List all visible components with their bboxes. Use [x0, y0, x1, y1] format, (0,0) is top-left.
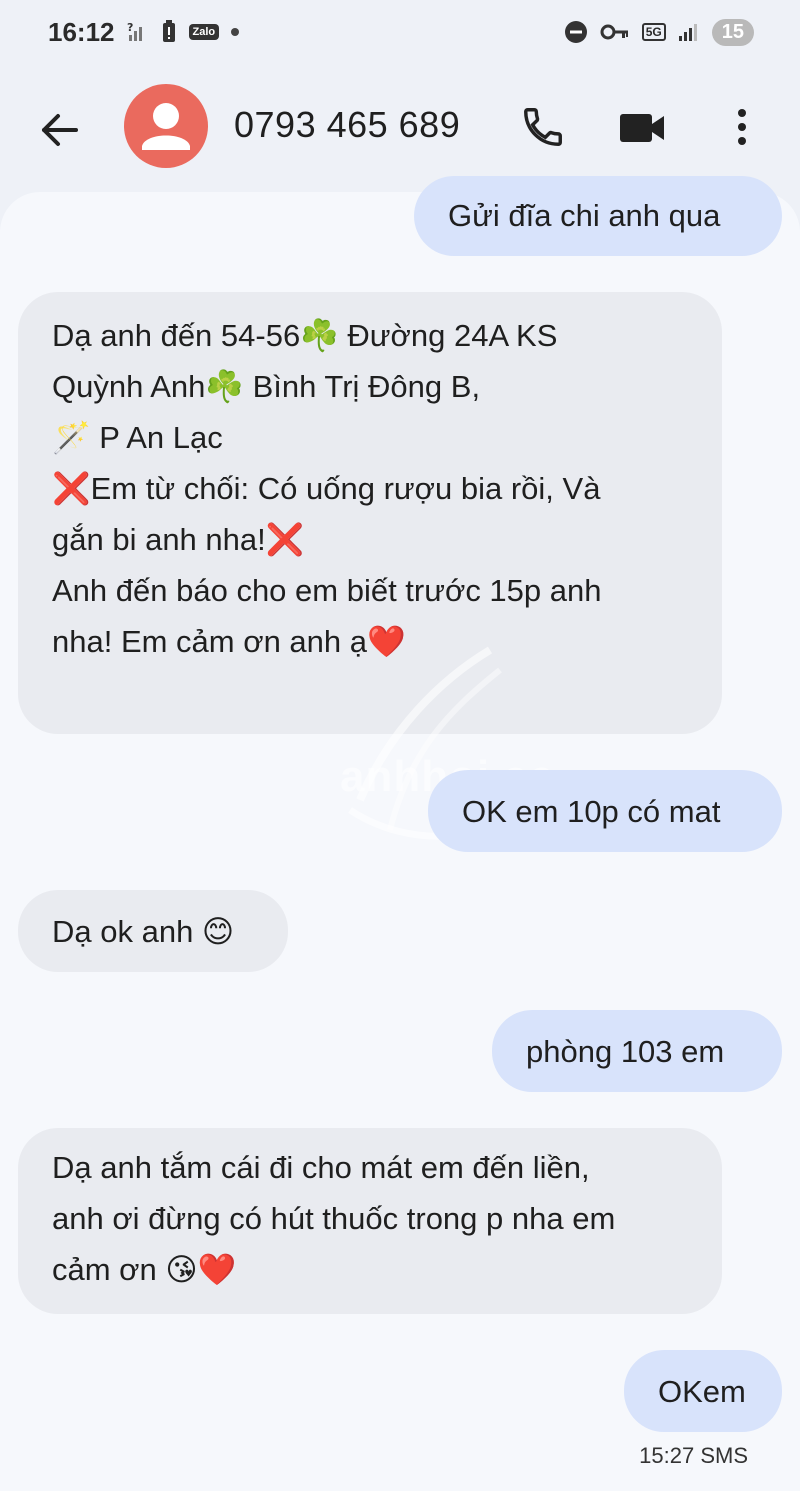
notification-dot-icon	[231, 28, 240, 36]
battery-saver-icon	[161, 20, 177, 44]
svg-text:?: ?	[127, 21, 133, 34]
message-text: nha! Em cảm ơn anh ạ❤️	[52, 624, 406, 659]
message-bubble-incoming[interactable]: Dạ anh đến 54-56☘️ Đường 24A KS Quỳnh An…	[18, 292, 722, 734]
message-bubble-incoming[interactable]: Dạ anh tắm cái đi cho mát em đến liền, a…	[18, 1128, 722, 1314]
message-bubble-outgoing[interactable]: Gửi đĩa chi anh qua	[414, 176, 782, 256]
signal-strength-icon	[678, 21, 700, 43]
message-bubble-outgoing[interactable]: OKem	[624, 1350, 782, 1432]
message-bubble-incoming[interactable]: Dạ ok anh 😊	[18, 890, 288, 972]
message-text: Gửi đĩa chi anh qua	[448, 198, 721, 233]
zalo-notification-icon: Zalo	[188, 24, 220, 40]
videocam-icon	[620, 114, 664, 142]
message-text: Dạ anh tắm cái đi cho mát em đến liền,	[52, 1150, 590, 1185]
message-text: Dạ ok anh 😊	[52, 914, 235, 949]
status-bar: 16:12 ? Zalo 5G 15	[0, 0, 800, 64]
message-text: phòng 103 em	[526, 1034, 725, 1069]
contact-avatar[interactable]	[124, 84, 208, 168]
phone-icon	[524, 108, 562, 146]
more-vert-icon	[738, 109, 746, 145]
video-call-button[interactable]	[618, 106, 668, 150]
message-text: Dạ anh đến 54-56☘️ Đường 24A KS	[52, 318, 558, 353]
message-bubble-outgoing[interactable]: OK em 10p có mat	[428, 770, 782, 852]
message-timestamp: 15:27 SMS	[639, 1443, 748, 1468]
message-text: gắn bi anh nha!❌	[52, 522, 305, 557]
contact-phone-number[interactable]: 0793 465 689	[234, 104, 460, 146]
conversation-header: 0793 465 689	[0, 70, 800, 190]
network-5g-icon: 5G	[641, 23, 666, 41]
vpn-key-icon	[600, 22, 630, 42]
battery-level-badge: 15	[711, 18, 754, 46]
arrow-back-icon	[42, 114, 78, 146]
message-text: Quỳnh Anh☘️ Bình Trị Đông B,	[52, 369, 481, 404]
message-text: cảm ơn 😘❤️	[52, 1252, 237, 1287]
message-text: ❌Em từ chối: Có uống rượu bia rồi, Và	[52, 471, 601, 506]
message-bubble-outgoing[interactable]: phòng 103 em	[492, 1010, 782, 1092]
message-text: Anh đến báo cho em biết trước 15p anh	[52, 573, 602, 608]
status-time: 16:12	[48, 16, 115, 47]
status-bar-left: 16:12 ? Zalo	[48, 16, 240, 48]
signal-alert-icon: ?	[127, 21, 149, 43]
person-icon	[142, 103, 190, 150]
back-button[interactable]	[38, 108, 82, 152]
do-not-disturb-icon	[564, 20, 588, 44]
message-text: OKem	[658, 1374, 746, 1409]
voice-call-button[interactable]	[520, 104, 566, 150]
message-text: 🪄 P An Lạc	[52, 420, 223, 455]
message-text: anh ơi đừng có hút thuốc trong p nha em	[52, 1201, 616, 1236]
message-text: OK em 10p có mat	[462, 794, 721, 829]
more-options-button[interactable]	[728, 104, 756, 150]
status-bar-right: 5G 15	[564, 18, 754, 46]
